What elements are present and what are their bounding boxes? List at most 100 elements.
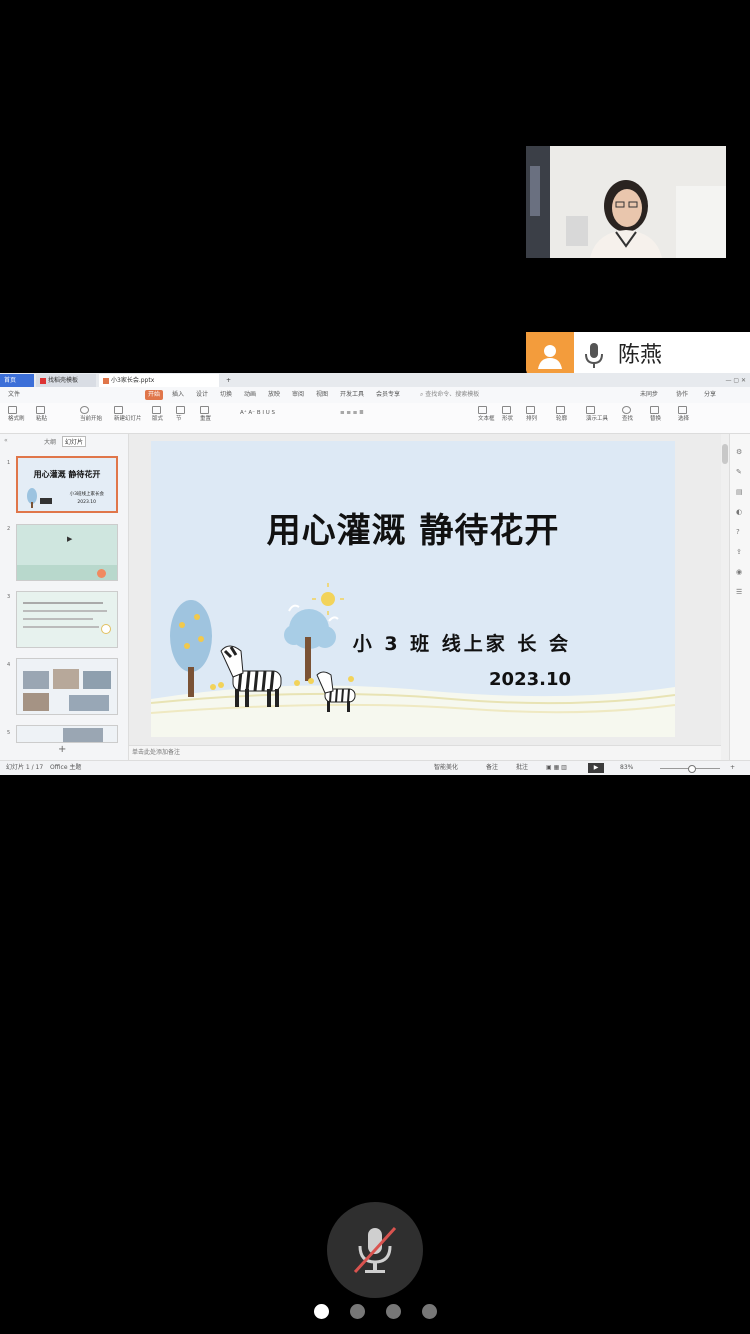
reset-label: 重置 [200, 415, 212, 422]
beautify-button[interactable]: 智能美化 [434, 761, 458, 775]
replace-button[interactable]: 替换 [650, 406, 661, 423]
canvas-scrollbar[interactable] [721, 434, 729, 760]
settings-icon[interactable]: ⚙ [736, 448, 742, 456]
participant-video[interactable] [526, 146, 726, 258]
find-button[interactable]: 查找 [622, 406, 633, 423]
window-controls[interactable]: — ▢ ✕ [690, 374, 750, 387]
tab-templates[interactable]: 找稻壳模板 [36, 374, 96, 387]
new-tab-button[interactable]: + [222, 374, 236, 387]
notes-bar[interactable]: 单击此处添加备注 [129, 745, 721, 760]
page-dot[interactable] [386, 1304, 401, 1319]
shared-screen[interactable]: 首页 找稻壳模板 小3家长会.pptx + — ▢ ✕ 文件 开始 插入 设计 … [0, 373, 750, 775]
shape-label: 形状 [502, 415, 514, 422]
zoom-slider-handle[interactable] [688, 765, 696, 773]
thumb-number: 2 [7, 526, 11, 532]
search-icon: ⌕ [420, 391, 424, 398]
status-bar: 幻灯片 1 / 17 Office 主题 智能美化 备注 批注 ▣ ▦ ▥ ▶ … [0, 760, 750, 775]
right-tool-bar: ⚙ ✎ ▤ ◐ ? ⇪ ◉ ☰ [729, 434, 750, 760]
tab-home[interactable]: 首页 [0, 374, 34, 387]
share-icon[interactable]: ⇪ [736, 548, 742, 556]
zoom-in-icon[interactable]: + [730, 761, 735, 775]
layers-icon[interactable]: ▤ [736, 488, 743, 496]
location-icon[interactable]: ◉ [736, 568, 742, 576]
unsynced-status[interactable]: 未同步 [640, 390, 658, 400]
layout-button[interactable]: 版式 [152, 406, 163, 423]
collapse-panel-icon[interactable]: « [4, 437, 8, 444]
paragraph-controls[interactable]: ≡ ≡ ≡ ≣ [340, 409, 364, 417]
section-button[interactable]: 节 [176, 406, 185, 423]
ribbon-tab-home[interactable]: 开始 [145, 390, 164, 400]
layout-label: 版式 [152, 415, 164, 422]
slide-canvas[interactable]: 用心灌溉 静待花开 小 3 班 线上家 长 会 2023.10 [129, 434, 721, 760]
ribbon-tab-member[interactable]: 会员专享 [376, 390, 400, 400]
panel-tab-outline[interactable]: 大纲 [44, 437, 56, 446]
ribbon-tab-animation[interactable]: 动画 [244, 390, 256, 400]
command-search[interactable]: ⌕ 查找命令、搜索模板 [420, 390, 479, 400]
speaker-name: 陈燕 [618, 343, 663, 368]
thumb-date: 2023.10 [77, 500, 96, 505]
ribbon-tab-bar: 文件 开始 插入 设计 切换 动画 放映 审阅 视图 开发工具 会员专享 ⌕ 查… [0, 387, 750, 404]
ribbon-tab-developer[interactable]: 开发工具 [340, 390, 364, 400]
scrollbar-thumb[interactable] [722, 444, 728, 464]
share-button[interactable]: 分享 [704, 390, 716, 400]
play-icon [80, 406, 89, 414]
comments-toggle[interactable]: 批注 [516, 761, 528, 775]
notes-toggle[interactable]: 备注 [486, 761, 498, 775]
textbox-button[interactable]: 文本框 [478, 406, 495, 423]
tab-document[interactable]: 小3家长会.pptx [99, 374, 219, 387]
slide-thumbnail[interactable]: 用心灌溉 静待花开 小3班线上家长会 2023.10 [16, 456, 118, 513]
ribbon-tab-insert[interactable]: 插入 [172, 390, 184, 400]
ribbon-tab-transition[interactable]: 切换 [220, 390, 232, 400]
slide-date[interactable]: 2023.10 [489, 669, 571, 690]
slide-thumbnail[interactable] [16, 591, 118, 648]
new-slide-label: 新建幻灯片 [114, 415, 142, 422]
view-mode-icons[interactable]: ▣ ▦ ▥ [546, 761, 567, 775]
shape-button[interactable]: 形状 [502, 406, 513, 423]
mute-microphone-button[interactable] [327, 1202, 423, 1298]
collaborate-button[interactable]: 协作 [676, 390, 688, 400]
animation-icon[interactable]: ◐ [736, 508, 742, 516]
slide-title[interactable]: 用心灌溉 静待花开 [151, 503, 675, 552]
thumb-photo [69, 695, 109, 711]
font-controls[interactable]: A⁺ A⁻ B I U S [240, 409, 275, 417]
arrange-button[interactable]: 排列 [526, 406, 537, 423]
list-icon[interactable]: ☰ [736, 588, 742, 596]
microphone-muted-icon [353, 1226, 397, 1274]
app-tab-bar: 首页 找稻壳模板 小3家长会.pptx + — ▢ ✕ [0, 373, 750, 387]
page-dot-active[interactable] [314, 1304, 329, 1319]
thumb-photo [23, 693, 49, 711]
ribbon-tab-design[interactable]: 设计 [196, 390, 208, 400]
ribbon-tab-review[interactable]: 审阅 [292, 390, 304, 400]
reset-button[interactable]: 重置 [200, 406, 211, 423]
ribbon-tab-view[interactable]: 视图 [316, 390, 328, 400]
thumb-photo [53, 669, 79, 689]
slide-panel: « 大纲 幻灯片 1 用心灌溉 静待花开 小3班线上家长会 2023.10 2 … [0, 434, 129, 760]
current-slide[interactable]: 用心灌溉 静待花开 小 3 班 线上家 长 会 2023.10 [151, 441, 675, 737]
panel-tab-slides[interactable]: 幻灯片 [62, 436, 87, 447]
help-icon[interactable]: ? [736, 528, 740, 536]
style-icon[interactable]: ✎ [736, 468, 742, 476]
slide-thumbnail[interactable]: ▶ [16, 524, 118, 581]
select-button[interactable]: 选择 [678, 406, 689, 423]
play-from-current-button[interactable]: 当前开始 [80, 406, 102, 423]
zoom-level[interactable]: 83% [620, 761, 633, 775]
ribbon-tab-slideshow[interactable]: 放映 [268, 390, 280, 400]
new-slide-icon [114, 406, 123, 414]
paste-label: 粘贴 [36, 415, 48, 422]
thumb-illustration [27, 488, 52, 508]
format-painter-button[interactable]: 格式刷 [8, 406, 25, 423]
section-label: 节 [176, 415, 182, 422]
slide-thumbnail[interactable] [16, 658, 118, 715]
new-slide-button[interactable]: 新建幻灯片 [114, 406, 142, 423]
paste-button[interactable]: 粘贴 [36, 406, 47, 423]
page-dot[interactable] [350, 1304, 365, 1319]
presentation-tools-button[interactable]: 演示工具 [586, 406, 608, 423]
outline-button[interactable]: 轮廓 [556, 406, 567, 423]
slide-thumbnail[interactable] [16, 725, 118, 743]
page-dot[interactable] [422, 1304, 437, 1319]
slideshow-play-button[interactable]: ▶ [588, 763, 604, 773]
add-icon[interactable] [97, 569, 106, 578]
ribbon-tab-file[interactable]: 文件 [8, 390, 20, 400]
slide-subtitle[interactable]: 小 3 班 线上家 长 会 [353, 629, 571, 656]
add-slide-button[interactable]: + [58, 744, 66, 755]
